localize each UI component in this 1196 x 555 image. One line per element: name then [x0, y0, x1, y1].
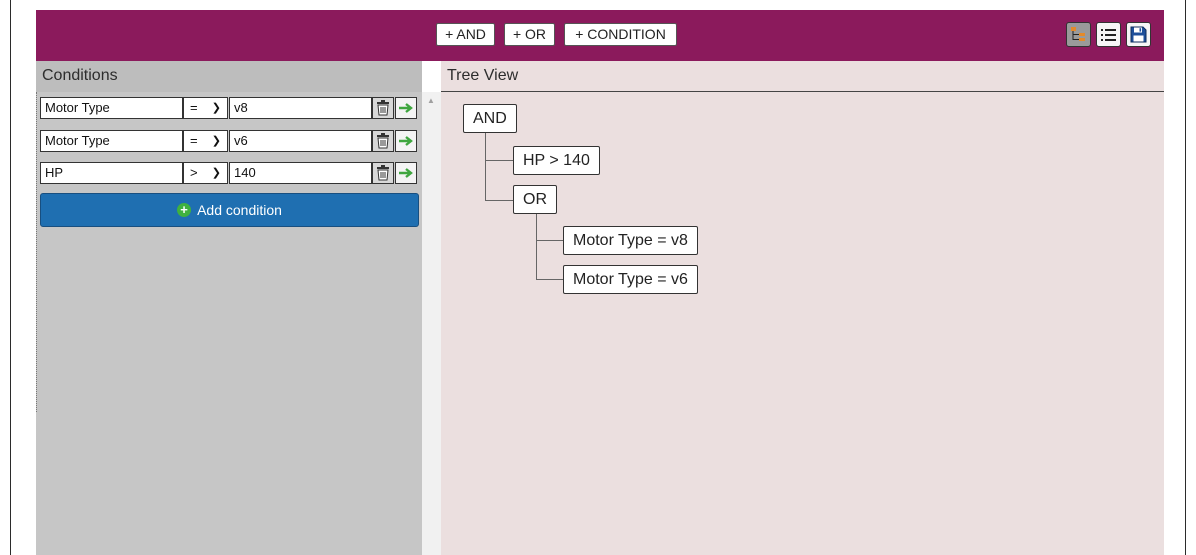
scroll-up-icon[interactable]: ▲ [427, 96, 435, 105]
move-button[interactable] [395, 97, 417, 119]
delete-button[interactable] [372, 130, 394, 152]
tree-panel: Tree View [441, 61, 1164, 555]
tree-view-button[interactable] [1066, 22, 1091, 47]
save-button[interactable] [1126, 22, 1151, 47]
chevron-down-icon: ❯ [211, 102, 221, 114]
operator-value: = [190, 100, 198, 115]
operator-select[interactable]: = ❯ [183, 97, 228, 119]
tree-view-icon [1071, 27, 1085, 41]
conditions-title: Conditions [36, 61, 422, 92]
save-icon [1130, 26, 1147, 43]
tree-connector [536, 212, 537, 280]
value-input[interactable]: v8 [229, 97, 372, 119]
tree-connector [485, 200, 513, 201]
trash-icon [377, 133, 389, 149]
operator-value: > [190, 165, 198, 180]
trash-icon [377, 165, 389, 181]
trash-icon [377, 100, 389, 116]
tree-connector [485, 131, 486, 201]
add-or-button[interactable]: + OR [504, 23, 555, 46]
value-input[interactable]: v6 [229, 130, 372, 152]
tree-connector [485, 160, 513, 161]
plus-circle-icon: + [177, 203, 192, 217]
tree-connector [536, 240, 563, 241]
chevron-down-icon: ❯ [211, 167, 221, 179]
field-input[interactable]: HP [40, 162, 183, 184]
value-input[interactable]: 140 [229, 162, 372, 184]
arrow-right-icon [399, 168, 413, 178]
toolbar: + AND + OR + CONDITION [36, 10, 1164, 61]
tree-connector [536, 279, 563, 280]
tree-title: Tree View [441, 61, 1164, 92]
scrollbar[interactable]: ▲ [422, 92, 441, 555]
tree-node-v8[interactable]: Motor Type = v8 [563, 226, 698, 255]
move-button[interactable] [395, 130, 417, 152]
panel-dotted-border [36, 92, 38, 412]
field-input[interactable]: Motor Type [40, 130, 183, 152]
list-view-button[interactable] [1096, 22, 1121, 47]
tree-node-v6[interactable]: Motor Type = v6 [563, 265, 698, 294]
tree-node-or[interactable]: OR [513, 185, 557, 214]
tree-node-hp[interactable]: HP > 140 [513, 146, 600, 175]
delete-button[interactable] [372, 162, 394, 184]
delete-button[interactable] [372, 97, 394, 119]
arrow-right-icon [399, 103, 413, 113]
field-input[interactable]: Motor Type [40, 97, 183, 119]
add-condition-label: Add condition [197, 202, 282, 218]
operator-value: = [190, 133, 198, 148]
operator-select[interactable]: > ❯ [183, 162, 228, 184]
operator-select[interactable]: = ❯ [183, 130, 228, 152]
arrow-right-icon [399, 136, 413, 146]
move-button[interactable] [395, 162, 417, 184]
chevron-down-icon: ❯ [211, 135, 221, 147]
tree-node-and[interactable]: AND [463, 104, 517, 133]
add-and-button[interactable]: + AND [436, 23, 495, 46]
list-view-icon [1101, 29, 1116, 41]
add-condition-button[interactable]: + CONDITION [564, 23, 677, 46]
add-condition-bottom-button[interactable]: + Add condition [40, 193, 419, 227]
